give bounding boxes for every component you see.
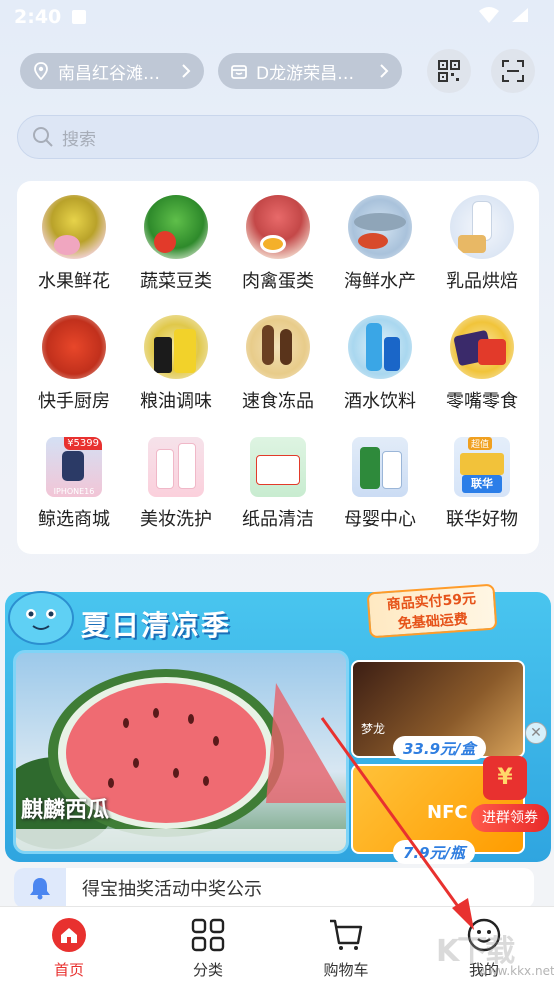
category-label: 鲸选商城 [38,509,110,530]
category-jingxuan-mall[interactable]: ¥5399 IPHONE16 鲸选商城 [22,435,126,545]
category-label: 肉禽蛋类 [242,271,314,292]
tab-cart[interactable]: 购物车 [296,917,396,980]
phone-icon: ¥5399 IPHONE16 [46,437,102,497]
nfc-brand: NFC [427,802,468,823]
category-fruits[interactable]: 水果鲜花 [22,195,126,305]
water-bottle-icon [348,315,412,379]
category-snacks[interactable]: 零嘴零食 [430,315,534,425]
qr-code-button[interactable] [427,49,471,93]
seafood-icon [348,195,412,259]
crayfish-icon [42,315,106,379]
ice-cream-icon [246,315,310,379]
category-beverages[interactable]: 酒水饮料 [328,315,432,425]
category-label: 乳品烘焙 [446,271,518,292]
category-label: 美妆洗护 [140,509,212,530]
tab-category[interactable]: 分类 [158,917,258,980]
chevron-right-icon [182,64,191,78]
category-label: 蔬菜豆类 [140,271,212,292]
wifi-icon [479,7,499,23]
grid-icon [191,918,225,952]
status-time: 2:40 [14,6,62,28]
battery-icon [512,8,528,22]
product-sublabel: 联华 [462,475,502,493]
scan-icon [502,60,524,82]
scan-button[interactable] [491,49,535,93]
tab-home[interactable]: 首页 [19,917,119,980]
tab-label: 购物车 [323,961,369,979]
search-icon [33,127,53,147]
category-label: 水果鲜花 [38,271,110,292]
category-grain-oil[interactable]: 粮油调味 [124,315,228,425]
category-label: 海鲜水产 [344,271,416,292]
watermelon-label: 麒麟西瓜 [21,798,110,823]
product-sublabel: IPHONE16 [53,487,95,496]
cart-icon [330,919,363,950]
join-group-coupon-button[interactable]: 进群领券 [471,804,549,832]
bell-icon [30,878,50,900]
magnum-brand: 梦龙 [361,722,386,736]
category-frozen[interactable]: 速食冻品 [226,315,330,425]
location-selector[interactable]: 南昌红谷滩… [20,53,204,89]
category-lianhua-goods[interactable]: 超值 联华 联华好物 [430,435,534,545]
qr-code-icon [438,60,460,82]
home-icon [52,918,86,952]
close-icon[interactable]: ✕ [525,722,547,744]
category-seafood[interactable]: 海鲜水产 [328,195,432,305]
baby-formula-icon [352,437,408,497]
snacks-icon [450,315,514,379]
summer-promo-banner[interactable]: 夏日清凉季 商品实付59元 免基础运费 麒麟西瓜 梦龙 33.9元/盒 NFC … [5,574,551,864]
category-label: 快手厨房 [38,391,110,412]
store-icon [231,65,247,79]
category-grid: 水果鲜花 蔬菜豆类 肉禽蛋类 海鲜水产 乳品烘焙 快手厨房 粮油调味 速食冻品 … [17,181,539,554]
category-label: 速食冻品 [242,391,314,412]
watermark-domain: www.kkx.net [478,964,554,978]
meat-egg-icon [246,195,310,259]
status-bar: 2:40 [0,0,554,36]
search-input[interactable]: 搜索 [17,115,539,159]
lianhua-bag-icon: 超值 联华 [454,437,510,497]
notice-text: 得宝抽奖活动中奖公示 [82,879,262,900]
category-label: 联华好物 [446,509,518,530]
tab-label: 分类 [192,961,223,979]
category-label: 酒水饮料 [344,391,416,412]
cosmetics-icon [148,437,204,497]
store-selector[interactable]: D龙游荣昌… [218,53,402,89]
product2-price: 7.9元/瓶 [393,840,476,864]
milk-bread-icon [450,195,514,259]
red-envelope-icon: ¥ [483,756,527,800]
search-placeholder: 搜索 [62,129,96,150]
category-label: 纸品清洁 [242,509,314,530]
category-label: 粮油调味 [140,391,212,412]
tissue-icon [250,437,306,497]
bell-icon-container [14,868,66,908]
chevron-right-icon [380,64,389,78]
category-meat-eggs[interactable]: 肉禽蛋类 [226,195,330,305]
notification-icon [72,10,86,24]
category-mother-baby[interactable]: 母婴中心 [328,435,432,545]
category-label: 母婴中心 [344,509,416,530]
lottery-notice[interactable]: 得宝抽奖活动中奖公示 [14,868,534,908]
product1-price: 33.9元/盒 [393,736,486,760]
category-label: 零嘴零食 [446,391,518,412]
store-text: D龙游荣昌… [256,63,355,84]
oil-bottle-icon [144,315,208,379]
tab-label: 首页 [53,961,84,979]
vegetables-icon [144,195,208,259]
category-vegetables[interactable]: 蔬菜豆类 [124,195,228,305]
location-pin-icon [34,62,48,80]
category-beauty[interactable]: 美妆洗护 [124,435,228,545]
shipping-promo: 商品实付59元 免基础运费 [366,583,498,639]
category-paper-cleaning[interactable]: 纸品清洁 [226,435,330,545]
banner-title: 夏日清凉季 [81,609,232,642]
price-badge: ¥5399 [64,437,102,450]
category-quick-kitchen[interactable]: 快手厨房 [22,315,126,425]
value-badge: 超值 [468,437,493,450]
durian-icon [42,195,106,259]
location-text: 南昌红谷滩… [58,63,160,84]
category-dairy-bakery[interactable]: 乳品烘焙 [430,195,534,305]
mascot-icon [8,591,74,645]
